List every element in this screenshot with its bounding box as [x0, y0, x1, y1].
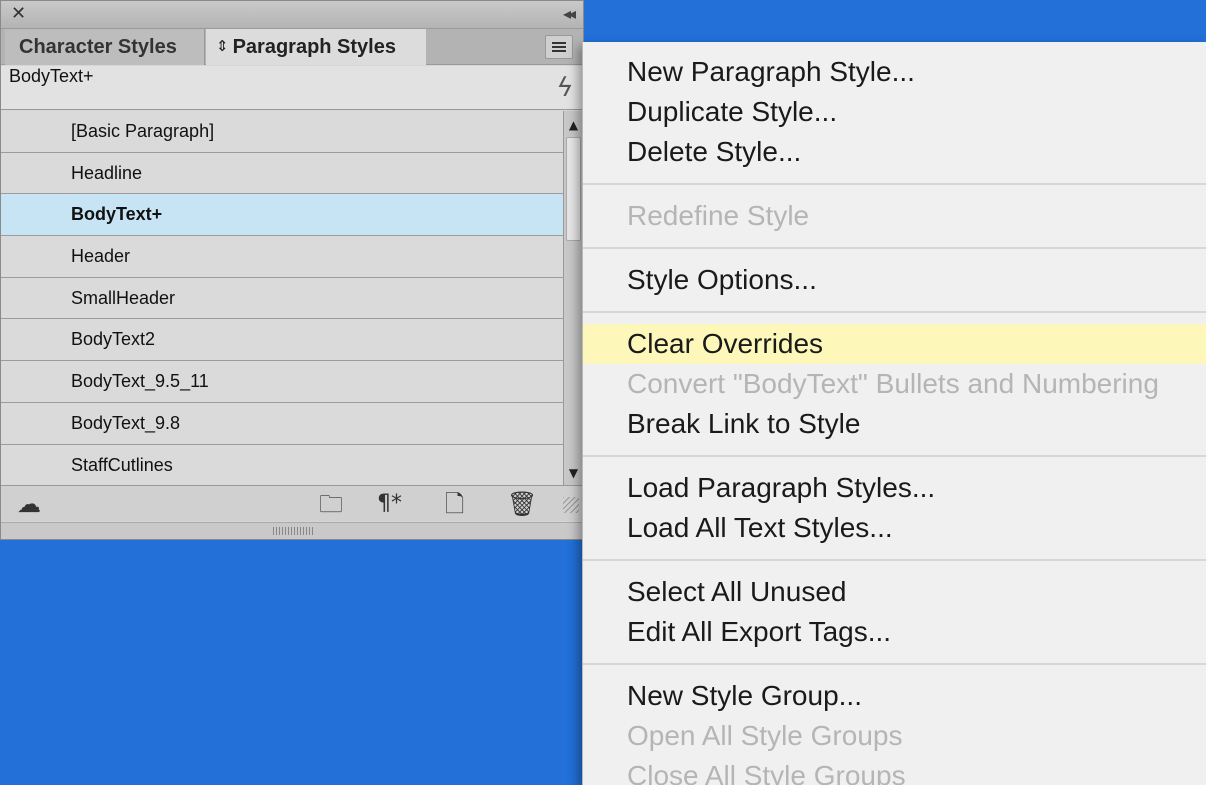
- resize-grip-icon[interactable]: [563, 497, 579, 513]
- trash-icon[interactable]: 🗑: [507, 490, 537, 518]
- scroll-up-arrow-icon[interactable]: ▲: [564, 115, 583, 135]
- menu-item[interactable]: Break Link to Style: [583, 404, 1206, 444]
- hamburger-icon: [552, 42, 566, 44]
- panel-title-bar[interactable]: ✕ ◂◂: [1, 1, 583, 29]
- menu-item[interactable]: Clear Overrides: [583, 324, 1206, 364]
- cloud-library-icon[interactable]: ☁: [17, 490, 41, 518]
- tab-sort-arrows-icon: ⇕: [216, 37, 229, 55]
- menu-item[interactable]: New Style Group...: [583, 676, 1206, 716]
- hamburger-icon-line: [552, 46, 566, 48]
- style-list-item[interactable]: Header: [1, 236, 563, 278]
- panel-footer: ☁ 🗀 ¶* 🗋 🗑: [1, 485, 583, 521]
- close-icon[interactable]: ✕: [11, 4, 26, 24]
- quick-apply-icon[interactable]: ϟ: [553, 72, 576, 104]
- menu-item[interactable]: Delete Style...: [583, 132, 1206, 172]
- menu-separator: [583, 663, 1206, 665]
- menu-item: Open All Style Groups: [627, 720, 903, 751]
- style-list-item[interactable]: BodyText+: [1, 194, 563, 237]
- menu-separator: [583, 311, 1206, 313]
- paragraph-style-list[interactable]: [Basic Paragraph] Headline BodyText+ Header…: [1, 111, 563, 485]
- tab-label: Paragraph Styles: [232, 36, 396, 58]
- style-list-item[interactable]: BodyText_9.5_11: [1, 361, 563, 403]
- menu-separator: [583, 455, 1206, 457]
- menu-item: Close All Style Groups: [627, 760, 906, 785]
- new-style-icon[interactable]: 🗋: [445, 490, 464, 518]
- style-list-item[interactable]: StaffCutlines: [1, 444, 563, 485]
- tab-paragraph-styles[interactable]: ⇕ Paragraph Styles: [206, 29, 426, 65]
- paragraph-styles-panel: ✕ ◂◂ Character Styles ⇕ Paragraph Styles …: [0, 0, 584, 540]
- style-list-item[interactable]: SmallHeader: [1, 277, 563, 320]
- menu-item[interactable]: New Paragraph Style...: [583, 52, 1206, 92]
- current-style-bar: BodyText+ ϟ: [1, 66, 583, 110]
- hamburger-icon-line: [552, 50, 566, 52]
- menu-item: Redefine Style: [627, 200, 810, 231]
- current-style-name: BodyText+: [9, 66, 94, 86]
- style-list-item[interactable]: BodyText_9.8: [1, 402, 563, 445]
- panel-bottom-grip[interactable]: [1, 522, 583, 539]
- clear-overrides-icon[interactable]: ¶*: [377, 490, 402, 518]
- menu-item[interactable]: Style Options...: [583, 260, 1206, 300]
- menu-item: Convert "BodyText" Bullets and Numbering: [627, 368, 1159, 399]
- menu-separator: [583, 183, 1206, 185]
- style-list-item[interactable]: Headline: [1, 152, 563, 195]
- panel-flyout-menu: New Paragraph Style... Duplicate Style...…: [582, 42, 1206, 785]
- list-scrollbar[interactable]: ▲ ▼: [563, 111, 583, 485]
- grip-dots: [273, 527, 315, 535]
- panel-tab-row: Character Styles ⇕ Paragraph Styles: [1, 29, 583, 65]
- style-list-item[interactable]: BodyText2: [1, 319, 563, 362]
- collapse-panel-icon[interactable]: ◂◂: [563, 4, 576, 24]
- menu-separator: [583, 247, 1206, 249]
- scrollbar-thumb[interactable]: [566, 137, 581, 241]
- style-list-item[interactable]: [Basic Paragraph]: [1, 111, 563, 153]
- tab-label: Character Styles: [19, 36, 177, 58]
- menu-item[interactable]: Duplicate Style...: [583, 92, 1206, 132]
- panel-menu-button[interactable]: [545, 35, 573, 59]
- scroll-down-arrow-icon[interactable]: ▼: [564, 463, 583, 483]
- tab-character-styles[interactable]: Character Styles: [5, 29, 205, 65]
- menu-item[interactable]: Select All Unused: [583, 572, 1206, 612]
- menu-separator: [583, 559, 1206, 561]
- menu-item[interactable]: Load Paragraph Styles...: [583, 468, 1206, 508]
- menu-item[interactable]: Edit All Export Tags...: [583, 612, 1206, 652]
- new-group-folder-icon[interactable]: 🗀: [319, 490, 343, 518]
- menu-item[interactable]: Load All Text Styles...: [583, 508, 1206, 548]
